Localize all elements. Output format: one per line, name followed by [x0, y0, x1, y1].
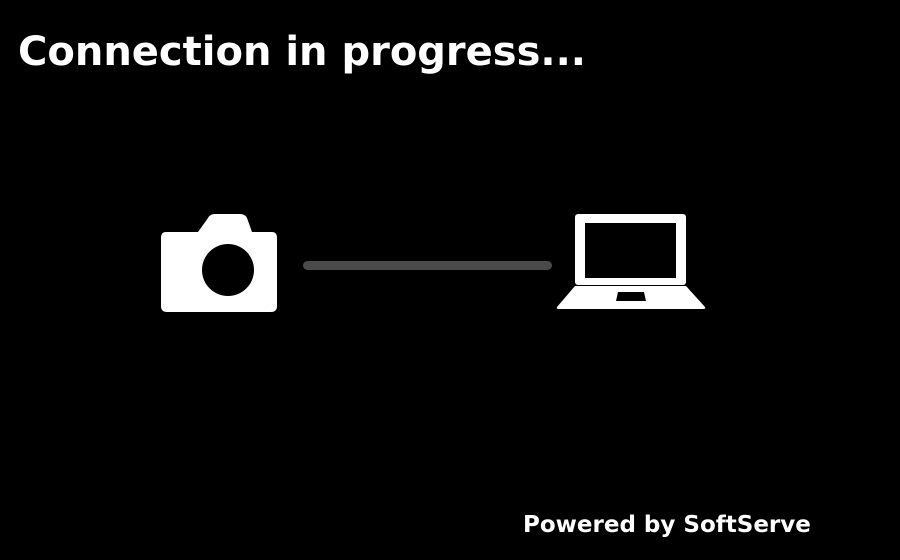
page-title: Connection in progress...	[18, 29, 586, 75]
powered-by-label: Powered by SoftServe	[523, 512, 811, 538]
camera-icon	[160, 212, 278, 314]
connection-line	[303, 261, 552, 270]
connection-screen: Connection in progress... Powered by Sof…	[0, 0, 900, 560]
laptop-icon	[555, 212, 707, 310]
